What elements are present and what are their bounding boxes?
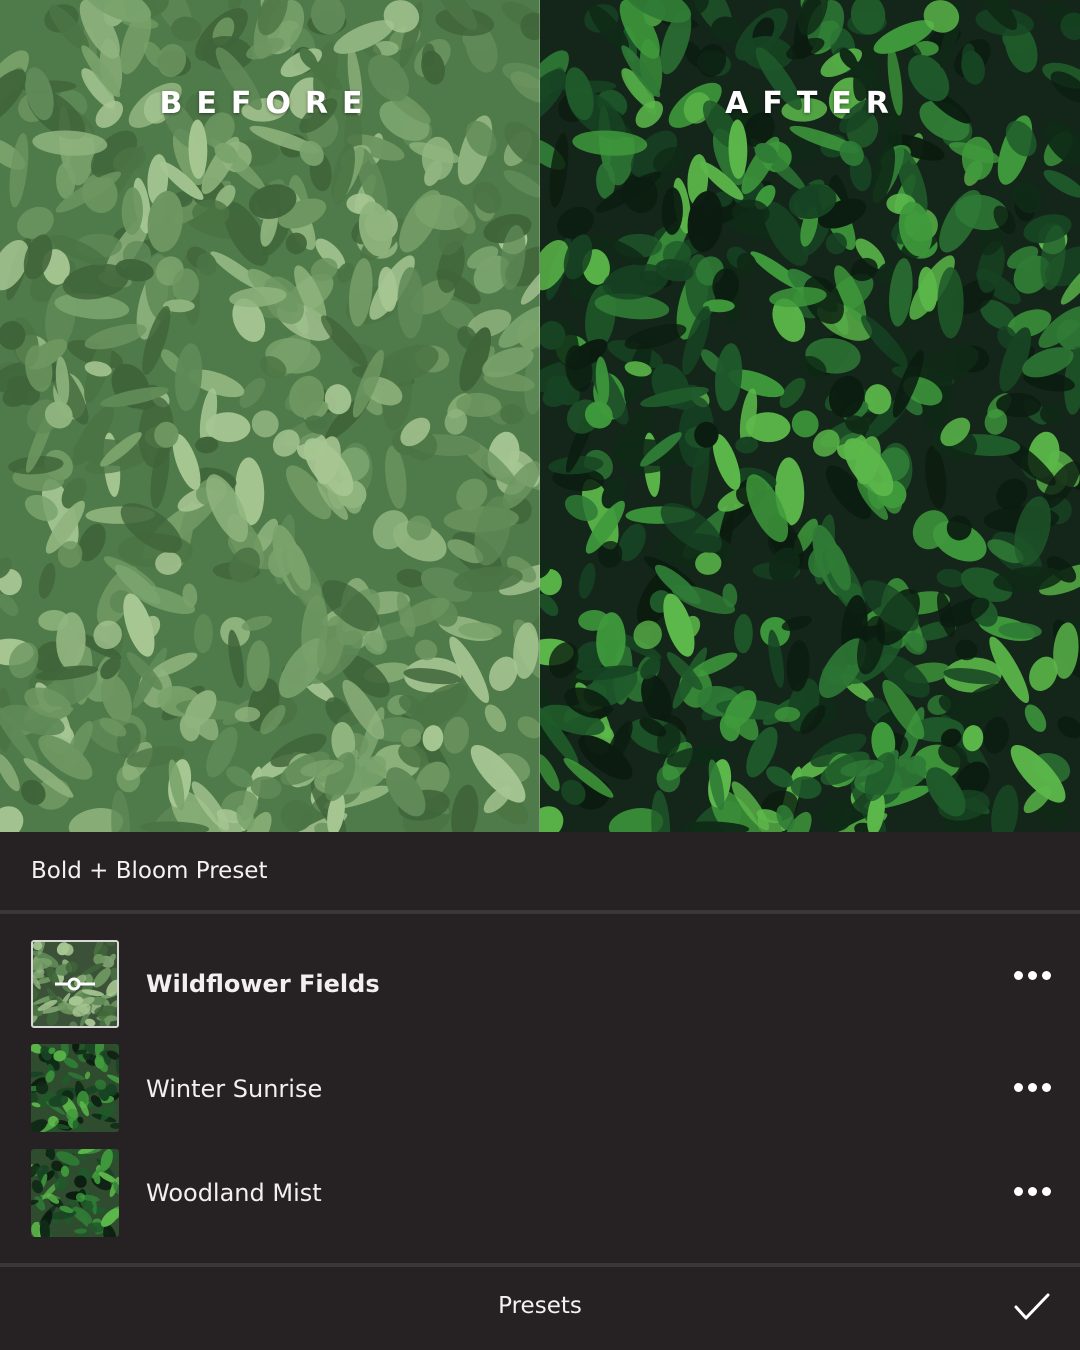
- preset-list: Wildflower Fields Winter Sunrise Woodlan…: [0, 914, 1080, 1264]
- adjust-sliders-icon[interactable]: [53, 974, 97, 994]
- after-label: AFTER: [725, 86, 903, 121]
- preset-name: Winter Sunrise: [146, 1075, 323, 1103]
- bottom-bar-title: Presets: [498, 1293, 582, 1319]
- before-label: BEFORE: [159, 86, 377, 121]
- before-photo: [0, 0, 540, 832]
- after-photo: [540, 0, 1080, 832]
- comparison-divider: [539, 0, 540, 832]
- preset-thumbnail-selected[interactable]: [31, 940, 119, 1028]
- preset-group-header: Bold + Bloom Preset: [0, 832, 1080, 912]
- thumbnail-image: [31, 1044, 119, 1132]
- preset-name: Wildflower Fields: [146, 970, 380, 998]
- preset-item-winter-sunrise[interactable]: Winter Sunrise: [0, 1044, 1080, 1140]
- preset-item-woodland-mist[interactable]: Woodland Mist: [0, 1149, 1080, 1245]
- preset-thumbnail[interactable]: [31, 1044, 119, 1132]
- preset-group-title: Bold + Bloom Preset: [31, 858, 268, 884]
- thumbnail-image: [31, 1149, 119, 1237]
- more-horizontal-icon[interactable]: [1010, 1078, 1054, 1098]
- after-leaf-image: [540, 0, 1080, 832]
- bottom-bar: Presets: [0, 1267, 1080, 1350]
- before-leaf-image: [0, 0, 540, 832]
- checkmark-icon[interactable]: [1010, 1289, 1054, 1325]
- more-horizontal-icon[interactable]: [1010, 966, 1054, 986]
- before-after-comparison: BEFORE AFTER: [0, 0, 1080, 832]
- preset-name: Woodland Mist: [146, 1179, 322, 1207]
- preset-item-wildflower-fields[interactable]: Wildflower Fields: [0, 940, 1080, 1036]
- preset-thumbnail[interactable]: [31, 1149, 119, 1237]
- more-horizontal-icon[interactable]: [1010, 1182, 1054, 1202]
